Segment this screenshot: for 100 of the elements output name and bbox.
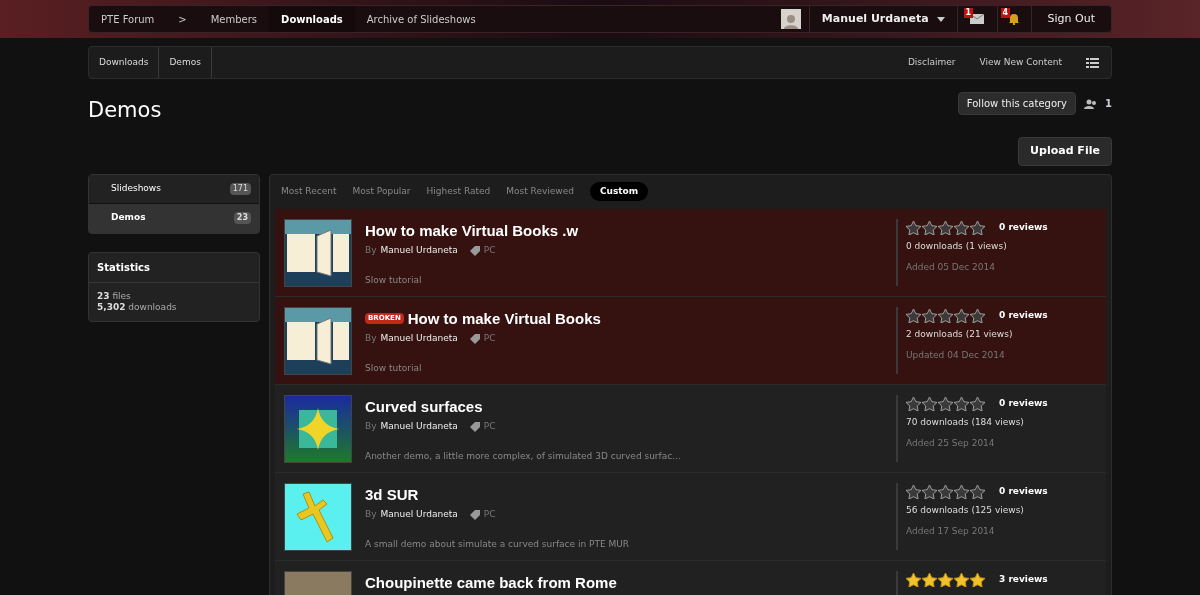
star-icon	[922, 396, 937, 411]
file-date: Updated 04 Dec 2014	[906, 349, 1006, 362]
star-icon	[938, 572, 953, 587]
nav-tab[interactable]: Members	[198, 6, 270, 32]
by-label: By	[365, 332, 377, 345]
star-icon	[922, 484, 937, 499]
page-title: Demos	[88, 97, 162, 124]
by-label: By	[365, 508, 377, 521]
file-title[interactable]: Curved surfaces	[365, 395, 483, 418]
file-title[interactable]: How to make Virtual Books .w	[365, 219, 579, 242]
star-icon	[906, 396, 921, 411]
sort-tab[interactable]: Most Popular	[352, 184, 411, 199]
category-item[interactable]: Demos 23	[89, 203, 259, 233]
sign-out-button[interactable]: Sign Out	[1030, 6, 1111, 32]
star-icon	[938, 308, 953, 323]
download-stats: 0 downloads (1 views)	[906, 239, 1008, 253]
cross-thumbnail[interactable]	[285, 483, 351, 550]
sort-tab[interactable]: Highest Rated	[426, 184, 491, 199]
nav-tab[interactable]: Archive of Slideshows	[354, 6, 488, 32]
sort-tab[interactable]: Most Reviewed	[506, 184, 574, 199]
tag-label[interactable]: PC	[483, 244, 496, 258]
star-icon	[954, 396, 969, 411]
people-icon	[1084, 98, 1098, 109]
count-badge: 1	[963, 8, 974, 18]
author-link[interactable]: Manuel Urdaneta	[380, 508, 458, 522]
star-icon	[922, 220, 937, 235]
count-badge: 23	[233, 212, 251, 224]
star-icon	[938, 220, 953, 235]
by-label: By	[365, 420, 377, 433]
star-icon	[906, 484, 921, 499]
star-icon	[938, 484, 953, 499]
star-icon	[954, 572, 969, 587]
review-count: 0 reviews	[999, 484, 1048, 498]
bell-icon	[1008, 13, 1021, 25]
author-link[interactable]: Manuel Urdaneta	[380, 420, 458, 434]
follower-count: 1	[1105, 97, 1112, 111]
review-count: 0 reviews	[999, 396, 1048, 410]
breadcrumb-link[interactable]: Demos	[159, 47, 212, 78]
category-item[interactable]: Slideshows 171	[89, 174, 259, 204]
author-link[interactable]: Manuel Urdaneta	[380, 244, 458, 258]
star-icon	[906, 572, 921, 587]
file-date: Added 05 Dec 2014	[906, 261, 997, 274]
subnav-link[interactable]: View New Content	[979, 55, 1062, 70]
star-icon	[970, 484, 985, 499]
tag-icon	[469, 333, 480, 344]
download-stats: 2 downloads (21 views)	[906, 327, 1014, 341]
breadcrumb-link[interactable]: Downloads	[89, 47, 160, 78]
nav-tab[interactable]: PTE Forum	[89, 6, 167, 32]
diamond-thumbnail[interactable]	[285, 395, 351, 462]
file-description: Slow tutorial	[365, 273, 423, 287]
file-description: Another demo, a little more complex, of simulated 3D curved surfac...	[365, 449, 682, 463]
user-avatar[interactable]	[780, 9, 801, 29]
tag-icon	[469, 509, 480, 520]
subnav-link[interactable]: Disclaimer	[907, 55, 956, 70]
book-thumbnail[interactable]	[285, 307, 351, 374]
review-count: 3 reviews	[999, 572, 1048, 586]
count-badge: 4	[1000, 8, 1011, 18]
tag-label[interactable]: PC	[483, 420, 496, 434]
file-title[interactable]: How to make Virtual Books	[407, 307, 601, 330]
review-count: 0 reviews	[999, 220, 1048, 234]
by-label: By	[365, 244, 377, 257]
panel-title: Statistics	[89, 252, 259, 283]
list-icon[interactable]	[1086, 57, 1099, 68]
sort-tab[interactable]: Custom	[589, 181, 649, 202]
star-icon	[906, 220, 921, 235]
follow-button[interactable]: Follow this category	[957, 92, 1077, 115]
file-description: Slow tutorial	[365, 361, 423, 375]
sort-tab[interactable]: Most Recent	[281, 184, 337, 199]
messages-button[interactable]: 1	[956, 6, 997, 32]
tag-icon	[469, 421, 480, 432]
tag-label[interactable]: PC	[483, 508, 496, 522]
statistics-line: 5,302 downloads	[97, 301, 178, 313]
review-count: 0 reviews	[999, 308, 1048, 322]
star-icon	[970, 396, 985, 411]
count-badge: 171	[229, 182, 251, 195]
download-stats: 56 downloads (125 views)	[906, 503, 1025, 517]
nav-tab[interactable]: Downloads	[269, 6, 355, 32]
book-thumbnail[interactable]	[285, 219, 351, 286]
category-label: Slideshows	[111, 181, 161, 195]
upload-file-button[interactable]: Upload File	[1018, 136, 1112, 166]
file-date: Added 17 Sep 2014	[906, 525, 996, 538]
star-icon	[922, 572, 937, 587]
statistics-line: 23 files	[97, 290, 132, 302]
notifications-button[interactable]: 4	[996, 6, 1031, 32]
file-title[interactable]: 3d SUR	[365, 483, 419, 506]
user-menu[interactable]: Manuel Urdaneta	[808, 6, 957, 32]
star-icon	[954, 484, 969, 499]
nav-tab[interactable]: >	[166, 6, 199, 32]
star-icon	[906, 308, 921, 323]
author-link[interactable]: Manuel Urdaneta	[380, 332, 458, 346]
tag-label[interactable]: PC	[483, 332, 496, 346]
star-icon	[938, 396, 953, 411]
category-label: Demos	[111, 211, 146, 225]
download-stats: 70 downloads (184 views)	[906, 415, 1025, 429]
file-description: A small demo about simulate a curved surface in PTE MUR	[365, 537, 631, 551]
caret-icon	[936, 16, 945, 22]
file-title[interactable]: Choupinette came back from Rome	[365, 571, 617, 594]
tag-icon	[469, 245, 480, 256]
star-icon	[954, 220, 969, 235]
star-icon	[970, 308, 985, 323]
